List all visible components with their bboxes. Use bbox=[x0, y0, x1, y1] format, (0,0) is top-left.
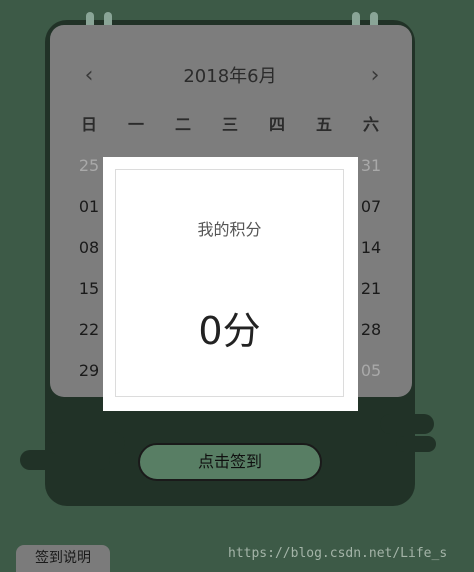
weekday-label: 五 bbox=[315, 115, 332, 134]
weekday-label: 四 bbox=[268, 115, 285, 134]
cloud-decoration-right-2 bbox=[396, 436, 436, 452]
points-popup-title: 我的积分 bbox=[197, 220, 262, 239]
month-title: 2018年6月 bbox=[183, 66, 277, 87]
weekday-label: 二 bbox=[174, 115, 191, 134]
points-popup-frame: 我的积分 0分 bbox=[115, 169, 344, 397]
prev-month-icon[interactable]: ‹ bbox=[77, 62, 101, 90]
points-value: 0分 bbox=[198, 309, 261, 353]
watermark-text: https://blog.csdn.net/Life_s bbox=[228, 546, 448, 561]
weekday-label: 六 bbox=[362, 115, 379, 134]
next-month-icon[interactable]: › bbox=[363, 62, 387, 90]
cloud-decoration-right bbox=[380, 414, 434, 434]
sign-in-button[interactable]: 点击签到 bbox=[138, 443, 322, 481]
weekday-label: 日 bbox=[80, 115, 97, 134]
points-popup: 我的积分 0分 bbox=[103, 157, 358, 411]
weekday-label: 一 bbox=[127, 115, 144, 134]
weekday-label: 三 bbox=[221, 115, 238, 134]
cloud-decoration-left-2 bbox=[45, 432, 125, 454]
sign-in-explain-button[interactable]: 签到说明 bbox=[16, 545, 110, 572]
